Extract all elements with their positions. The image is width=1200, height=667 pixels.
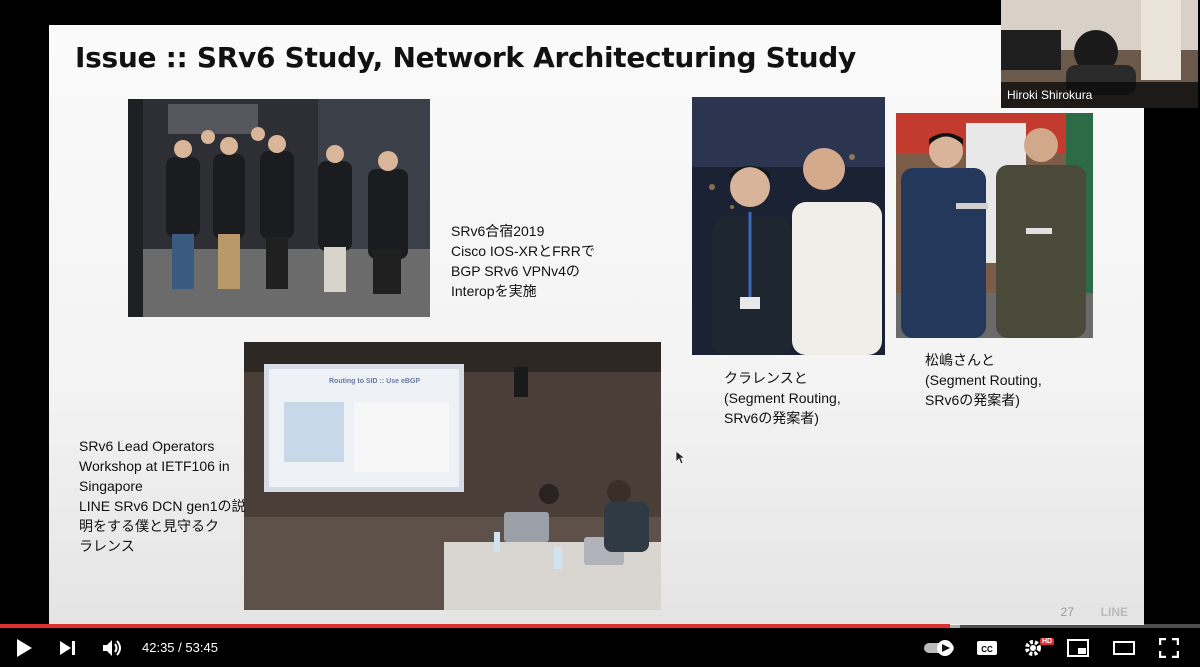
ietf-caption: SRv6 Lead Operators Workshop at IETF106 … (79, 438, 246, 554)
autoplay-toggle[interactable] (922, 636, 958, 660)
matsushima-caption: 松嶋さんと (Segment Routing, SRv6の発案者) (925, 352, 1042, 408)
play-icon[interactable] (12, 636, 36, 660)
presentation-slide: Issue :: SRv6 Study, Network Architectur… (49, 25, 1144, 625)
clarence-caption: クラレンスと (Segment Routing, SRv6の発案者) (724, 370, 841, 426)
hd-badge: HD (1040, 638, 1055, 645)
slide-brand-logo: LINE (1100, 605, 1128, 619)
current-time: 42:35 (142, 640, 175, 655)
embedded-slide-title: Routing to SID :: Use eBGP (329, 378, 420, 385)
next-icon[interactable] (56, 636, 80, 660)
volume-icon[interactable] (101, 636, 125, 660)
captions-icon[interactable]: CC (975, 636, 999, 660)
player-controls: 42:35 / 53:45 CC (0, 628, 1200, 667)
time-display: 42:35 / 53:45 (142, 640, 218, 655)
svg-text:CC: CC (981, 645, 993, 654)
theater-icon[interactable] (1112, 636, 1136, 660)
clarence-photo (692, 97, 885, 355)
slide-title: Issue :: SRv6 Study, Network Architectur… (75, 41, 856, 74)
retreat-caption: SRv6合宿2019 Cisco IOS-XRとFRRで BGP SRv6 VP… (451, 223, 595, 299)
miniplayer-icon[interactable] (1066, 636, 1090, 660)
mouse-cursor-icon (675, 450, 687, 469)
matsushima-photo (896, 113, 1093, 338)
ietf-workshop-photo: Routing to SID :: Use eBGP (244, 342, 661, 610)
participant-name: Hiroki Shirokura (1001, 82, 1198, 108)
duration: 53:45 (185, 640, 218, 655)
fullscreen-icon[interactable] (1157, 636, 1181, 660)
webcam-overlay: Hiroki Shirokura (1001, 0, 1198, 108)
group-photo (128, 99, 430, 317)
slide-page-number: 27 (1060, 605, 1074, 619)
